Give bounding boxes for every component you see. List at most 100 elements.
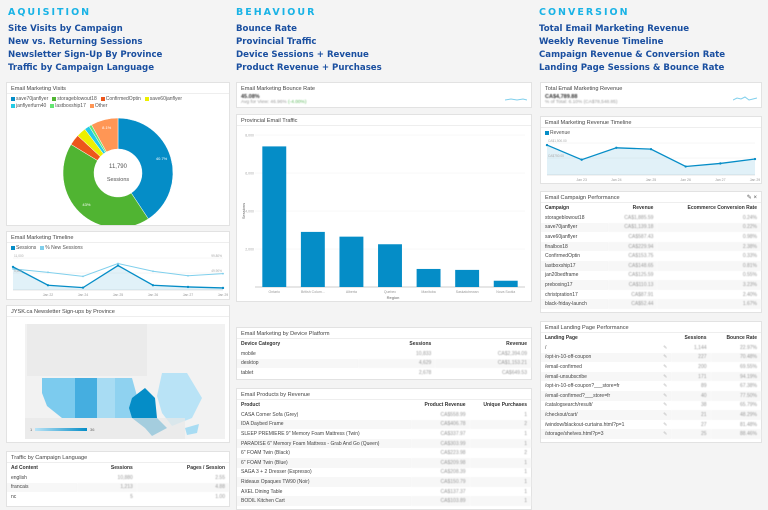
edit-link-icon[interactable]: ✎ xyxy=(655,401,671,411)
data-point[interactable] xyxy=(116,264,120,267)
link-campaign-revenue[interactable]: Campaign Revenue & Conversion Rate xyxy=(539,49,762,62)
table-row[interactable]: christpration17 CA$87.91 2.40% xyxy=(541,290,761,300)
col-header[interactable]: Revenue xyxy=(435,339,531,349)
table-row[interactable]: /catalogsearch/result/ ✎ 38 65.79% xyxy=(541,401,761,411)
data-point[interactable] xyxy=(615,146,618,149)
edit-link-icon[interactable]: ✎ xyxy=(655,420,671,430)
table-row[interactable]: Rideaux Opaques TW90 (Noir) CA$150.79 1 xyxy=(237,477,531,487)
table-row[interactable]: lastboxship17 CA$148.65 0.81% xyxy=(541,260,761,271)
data-point[interactable] xyxy=(684,165,687,168)
table-row[interactable]: /storage/shelves.html?p=3 ✎ 25 88.46% xyxy=(541,429,761,439)
legend-item[interactable]: % New Sessions xyxy=(40,245,83,251)
edit-link-icon[interactable]: ✎ xyxy=(655,381,671,391)
geo-map[interactable]: 1 36 xyxy=(7,318,229,444)
table-row[interactable]: save60janflyer CA$587.43 0.98% xyxy=(541,232,761,242)
table-row[interactable]: francais 1,213 4.88 xyxy=(7,482,229,493)
table-row[interactable]: black-friday-launch CA$52.44 1.67% xyxy=(541,299,761,309)
table-row[interactable]: save70janflyer CA$1,139.18 0.22% xyxy=(541,222,761,233)
bar[interactable] xyxy=(300,231,325,287)
col-header[interactable]: Unique Purchases xyxy=(470,400,531,410)
bar[interactable] xyxy=(493,280,518,287)
table-row[interactable]: / ✎ 1,144 22.97% xyxy=(541,343,761,353)
col-header[interactable]: Pages / Session xyxy=(137,463,229,473)
col-header[interactable]: Sessions xyxy=(671,333,710,343)
data-point[interactable] xyxy=(81,286,85,289)
link-new-vs-returning[interactable]: New vs. Returning Sessions xyxy=(8,36,230,49)
legend-item[interactable]: Sessions xyxy=(11,245,36,251)
data-point[interactable] xyxy=(186,285,190,289)
bar[interactable] xyxy=(416,268,441,287)
link-weekly-revenue[interactable]: Weekly Revenue Timeline xyxy=(539,36,762,49)
table-row[interactable]: /email-confirmed ✎ 200 69.55% xyxy=(541,362,761,372)
col-header[interactable]: Sessions xyxy=(77,463,137,473)
bar[interactable] xyxy=(262,146,287,287)
legend-item[interactable]: lastboxship17 xyxy=(50,103,86,109)
table-row[interactable]: tablet 2,678 CA$649.53 xyxy=(237,368,531,378)
table-row[interactable]: IDA Daybed Frame CA$406.78 2 xyxy=(237,419,531,430)
edit-link-icon[interactable]: ✎ xyxy=(655,390,672,401)
legend-item[interactable]: save60janflyer xyxy=(144,96,182,102)
link-provincial-traffic[interactable]: Provincial Traffic xyxy=(236,36,532,49)
legend-item[interactable]: Other xyxy=(89,103,107,109)
table-row[interactable]: PARADISE 6" Memory Foam Mattress - Grab … xyxy=(237,438,531,449)
col-header[interactable]: Ad Content xyxy=(7,463,77,473)
bar[interactable] xyxy=(455,269,480,287)
table-row[interactable]: BODIL Kitchen Cart CA$103.89 1 xyxy=(237,496,531,506)
province-saskatchewan[interactable] xyxy=(97,378,115,418)
legend-item[interactable]: ConfirmedOptin xyxy=(100,96,141,102)
table-row[interactable]: english 10,880 2.55 xyxy=(7,473,229,483)
table-row[interactable]: nc 5 1.00 xyxy=(7,492,229,502)
link-landing-page[interactable]: Landing Page Sessions & Bounce Rate xyxy=(539,62,762,75)
data-point[interactable] xyxy=(11,265,15,269)
data-point[interactable] xyxy=(753,157,757,161)
data-point[interactable] xyxy=(152,270,154,273)
legend-item[interactable]: Revenue xyxy=(545,130,570,136)
table-row[interactable]: preboxing17 CA$110.13 3.23% xyxy=(541,280,761,290)
col-header[interactable]: Sessions xyxy=(358,339,435,349)
link-site-visits[interactable]: Site Visits by Campaign xyxy=(8,23,230,36)
col-header[interactable]: Ecommerce Conversion Rate xyxy=(657,203,761,213)
table-row[interactable]: AXEL Dining Table CA$137.37 1 xyxy=(237,487,531,497)
table-row[interactable]: /opt-in-10-off-coupon ✎ 227 70.48% xyxy=(541,352,761,363)
col-header[interactable]: Product Revenue xyxy=(411,400,469,410)
table-row[interactable]: /checkout/cart/✎ 21 48.29% xyxy=(541,410,761,420)
table-row[interactable]: ConfirmedOptin CA$153.75 0.33% xyxy=(541,251,761,261)
data-point[interactable] xyxy=(222,272,224,275)
table-row[interactable]: jan20bedframe CA$125.59 0.55% xyxy=(541,271,761,281)
table-row[interactable]: /window/blackout-curtains.html?p=1 ✎ 27 81.… xyxy=(541,420,761,430)
legend-item[interactable]: storageblowout18 xyxy=(52,96,97,102)
table-row[interactable]: SLEEP PREMIERE 9" Memory Foam Mattress (… xyxy=(237,429,531,439)
table-row[interactable]: CASA Corner Sofa (Grey) CA$558.99 1 xyxy=(237,410,531,420)
data-point[interactable] xyxy=(46,284,50,287)
table-row[interactable]: SAGA 3 + 2 Dresser (Espresso) CA$208.39 1 xyxy=(237,468,531,478)
col-header[interactable]: Product xyxy=(237,400,411,410)
col-header[interactable]: Bounce Rate xyxy=(711,333,761,343)
table-row[interactable]: 6" FOAM Twin (Black) CA$223.98 2 xyxy=(237,448,531,458)
data-point[interactable] xyxy=(187,274,189,277)
col-header[interactable]: Revenue xyxy=(608,203,658,213)
link-bounce-rate[interactable]: Bounce Rate xyxy=(236,23,532,36)
legend-item[interactable]: janflyerfurn40 xyxy=(11,103,46,109)
data-point[interactable] xyxy=(580,158,583,161)
edit-link-icon[interactable]: ✎ xyxy=(655,410,672,420)
col-header[interactable]: Campaign xyxy=(541,203,608,213)
edit-link-icon[interactable]: ✎ xyxy=(655,429,672,439)
table-row[interactable]: finalbox18 CA$229.94 2.38% xyxy=(541,241,761,252)
data-point[interactable] xyxy=(47,271,49,274)
edit-icon[interactable]: ✎ xyxy=(747,195,752,201)
data-point[interactable] xyxy=(117,262,119,265)
data-point[interactable] xyxy=(719,162,722,165)
table-row[interactable]: desktop 4,629 CA$1,153.21 xyxy=(237,358,531,369)
edit-link-icon[interactable]: ✎ xyxy=(655,352,672,363)
bar[interactable] xyxy=(339,236,364,287)
col-header[interactable]: Device Category xyxy=(237,339,358,349)
table-row[interactable]: /email-unsubscribe ✎ 171 94.19% xyxy=(541,371,761,382)
data-point[interactable] xyxy=(545,143,549,147)
link-device-sessions[interactable]: Device Sessions + Revenue xyxy=(236,49,532,62)
link-newsletter-signup[interactable]: Newsletter Sign-Up By Province xyxy=(8,49,230,62)
edit-link-icon[interactable]: ✎ xyxy=(655,371,672,382)
bar[interactable] xyxy=(378,244,402,287)
table-row[interactable]: mobile 10,833 CA$2,394.09 xyxy=(237,349,531,359)
data-point[interactable] xyxy=(82,275,84,278)
close-icon[interactable]: × xyxy=(753,195,757,201)
